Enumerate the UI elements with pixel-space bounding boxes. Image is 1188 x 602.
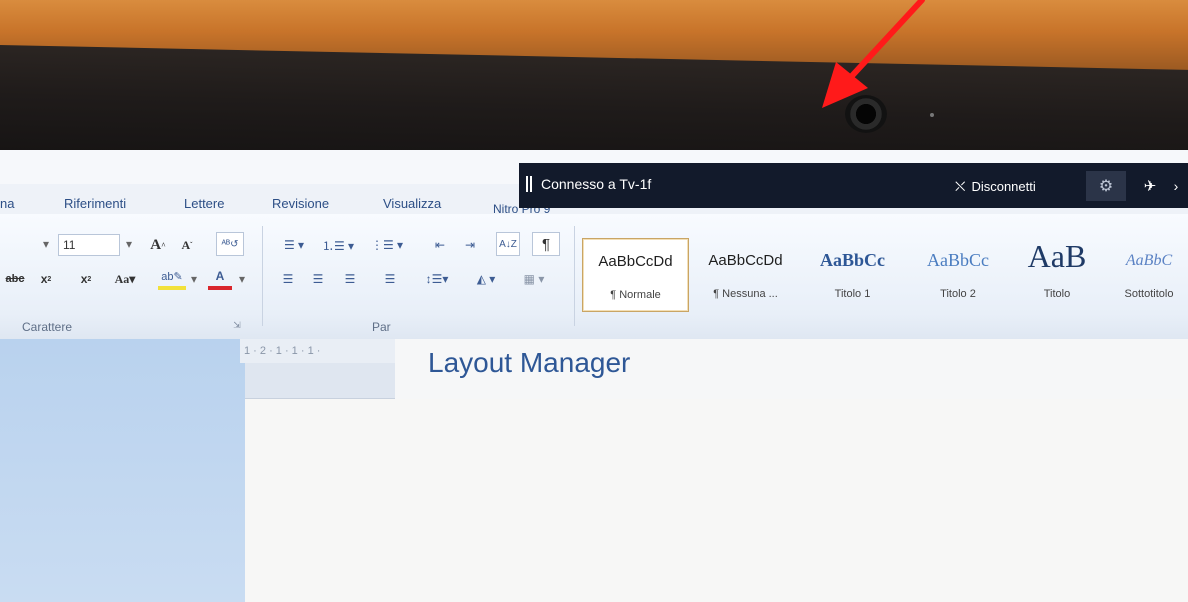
drag-handle-icon[interactable] <box>526 176 532 192</box>
disconnect-icon: ⛌ <box>955 177 966 194</box>
shading-icon[interactable]: ◭ ▾ <box>464 268 508 290</box>
font-size-value: 11 <box>63 238 76 252</box>
shrink-font-icon[interactable]: Aˇ <box>176 234 198 256</box>
style-sample: AaB <box>1027 238 1087 274</box>
style-titolo[interactable]: AaB Titolo <box>1012 238 1102 312</box>
numbering-icon[interactable]: ⒈☰ ▾ <box>318 234 358 256</box>
change-case-icon[interactable]: Aa▾ <box>108 268 142 290</box>
style-titolo-2[interactable]: AaBbCc Titolo 2 <box>908 238 1008 312</box>
superscript-icon[interactable]: x2 <box>76 268 96 290</box>
subscript-icon[interactable]: x2 <box>36 268 56 290</box>
laptop-screen: na Riferimenti Lettere Revisione Visuali… <box>0 150 1188 602</box>
increase-indent-icon[interactable]: ⇥ <box>458 234 482 256</box>
style-name: Titolo <box>1043 288 1071 300</box>
show-formatting-marks-icon[interactable]: ¶ <box>532 232 560 256</box>
align-left-icon[interactable]: ☰ <box>276 268 300 290</box>
style-sottotitolo[interactable]: AaBbC Sottotitolo <box>1110 238 1188 312</box>
bullets-icon[interactable]: ☰ ▾ <box>274 234 314 256</box>
disconnect-button[interactable]: ⛌ Disconnetti <box>955 173 1081 199</box>
group-label-paragrafo: Par <box>372 320 391 334</box>
chevron-right-icon: › <box>1173 178 1179 194</box>
red-arrow-annotation <box>822 0 925 108</box>
more-button[interactable]: › <box>1167 171 1185 201</box>
style-sample: AaBbCc <box>819 250 885 270</box>
tab-lettere[interactable]: Lettere <box>184 196 224 211</box>
style-name: Titolo 1 <box>834 288 871 300</box>
style-sample: AaBbCcDd <box>708 252 783 269</box>
borders-icon[interactable]: ▦ ▾ <box>514 268 554 290</box>
ruler-strip <box>245 363 395 399</box>
pin-button[interactable]: ✈ <box>1135 171 1165 201</box>
style-sample: AaBbC <box>1125 252 1173 269</box>
align-center-icon[interactable]: ☰ <box>306 268 330 290</box>
document-page[interactable] <box>245 399 1188 602</box>
tab-visualizza[interactable]: Visualizza <box>383 196 441 211</box>
line-spacing-icon[interactable]: ↕☰▾ <box>418 268 456 290</box>
align-right-icon[interactable]: ☰ <box>338 268 362 290</box>
style-name: ¶ Normale <box>610 289 661 301</box>
style-sample: AaBbCc <box>927 250 989 270</box>
group-label-carattere: Carattere <box>22 320 73 334</box>
grow-font-icon[interactable]: A ^ <box>146 234 170 256</box>
style-sample: AaBbCcDd <box>598 253 673 270</box>
horizontal-ruler: 1 · 2 · 1 · 1 · 1 · <box>240 339 400 363</box>
style-normale[interactable]: AaBbCcDd ¶ Normale <box>582 238 689 312</box>
remote-session-banner: Connesso a Tv-1f ⛌ Disconnetti ⚙ ✈ › <box>519 163 1188 208</box>
style-titolo-1[interactable]: AaBbCc Titolo 1 <box>800 238 905 312</box>
font-size-field[interactable]: 11 <box>58 234 120 256</box>
multilevel-list-icon[interactable]: ⋮☰ ▾ <box>362 234 412 256</box>
tab-revisione[interactable]: Revisione <box>272 196 329 211</box>
highlight-chevron-icon[interactable]: ▾ <box>188 268 200 290</box>
clear-formatting-icon[interactable]: ᴬᴮ↺ <box>216 232 244 256</box>
style-name: Sottotitolo <box>1124 288 1174 300</box>
pin-icon: ✈ <box>1143 178 1157 195</box>
webcam-led <box>930 113 934 117</box>
ribbon-divider <box>262 226 263 326</box>
sort-icon[interactable]: A↓Z <box>496 232 520 256</box>
font-name-chevron-icon[interactable]: ▾ <box>38 234 54 254</box>
tab-home-partial[interactable]: na <box>0 196 14 211</box>
gear-icon: ⚙ <box>1098 178 1114 195</box>
ribbon-divider <box>574 226 575 326</box>
tab-riferimenti[interactable]: Riferimenti <box>64 196 126 211</box>
font-color-chevron-icon[interactable]: ▾ <box>236 268 248 290</box>
style-name: Titolo 2 <box>940 288 976 300</box>
strikethrough-icon[interactable]: abc <box>0 268 30 290</box>
font-dialog-launcher-icon[interactable]: ⇲ <box>230 318 244 332</box>
settings-button[interactable]: ⚙ <box>1086 171 1126 201</box>
highlight-icon[interactable]: ab✎ <box>158 266 186 290</box>
font-color-icon[interactable]: A <box>208 266 232 290</box>
document-heading[interactable]: Layout Manager <box>428 347 630 379</box>
style-name: ¶ Nessuna ... <box>713 288 778 300</box>
document-background <box>0 339 245 602</box>
disconnect-label: Disconnetti <box>971 178 1036 194</box>
justify-icon[interactable]: ☰ <box>378 268 402 290</box>
font-size-chevron-icon[interactable]: ▾ <box>122 234 136 254</box>
decrease-indent-icon[interactable]: ⇤ <box>428 234 452 256</box>
connection-status: Connesso a Tv-1f <box>541 176 652 192</box>
style-nessuna-spaziatura[interactable]: AaBbCcDd ¶ Nessuna ... <box>692 238 799 312</box>
